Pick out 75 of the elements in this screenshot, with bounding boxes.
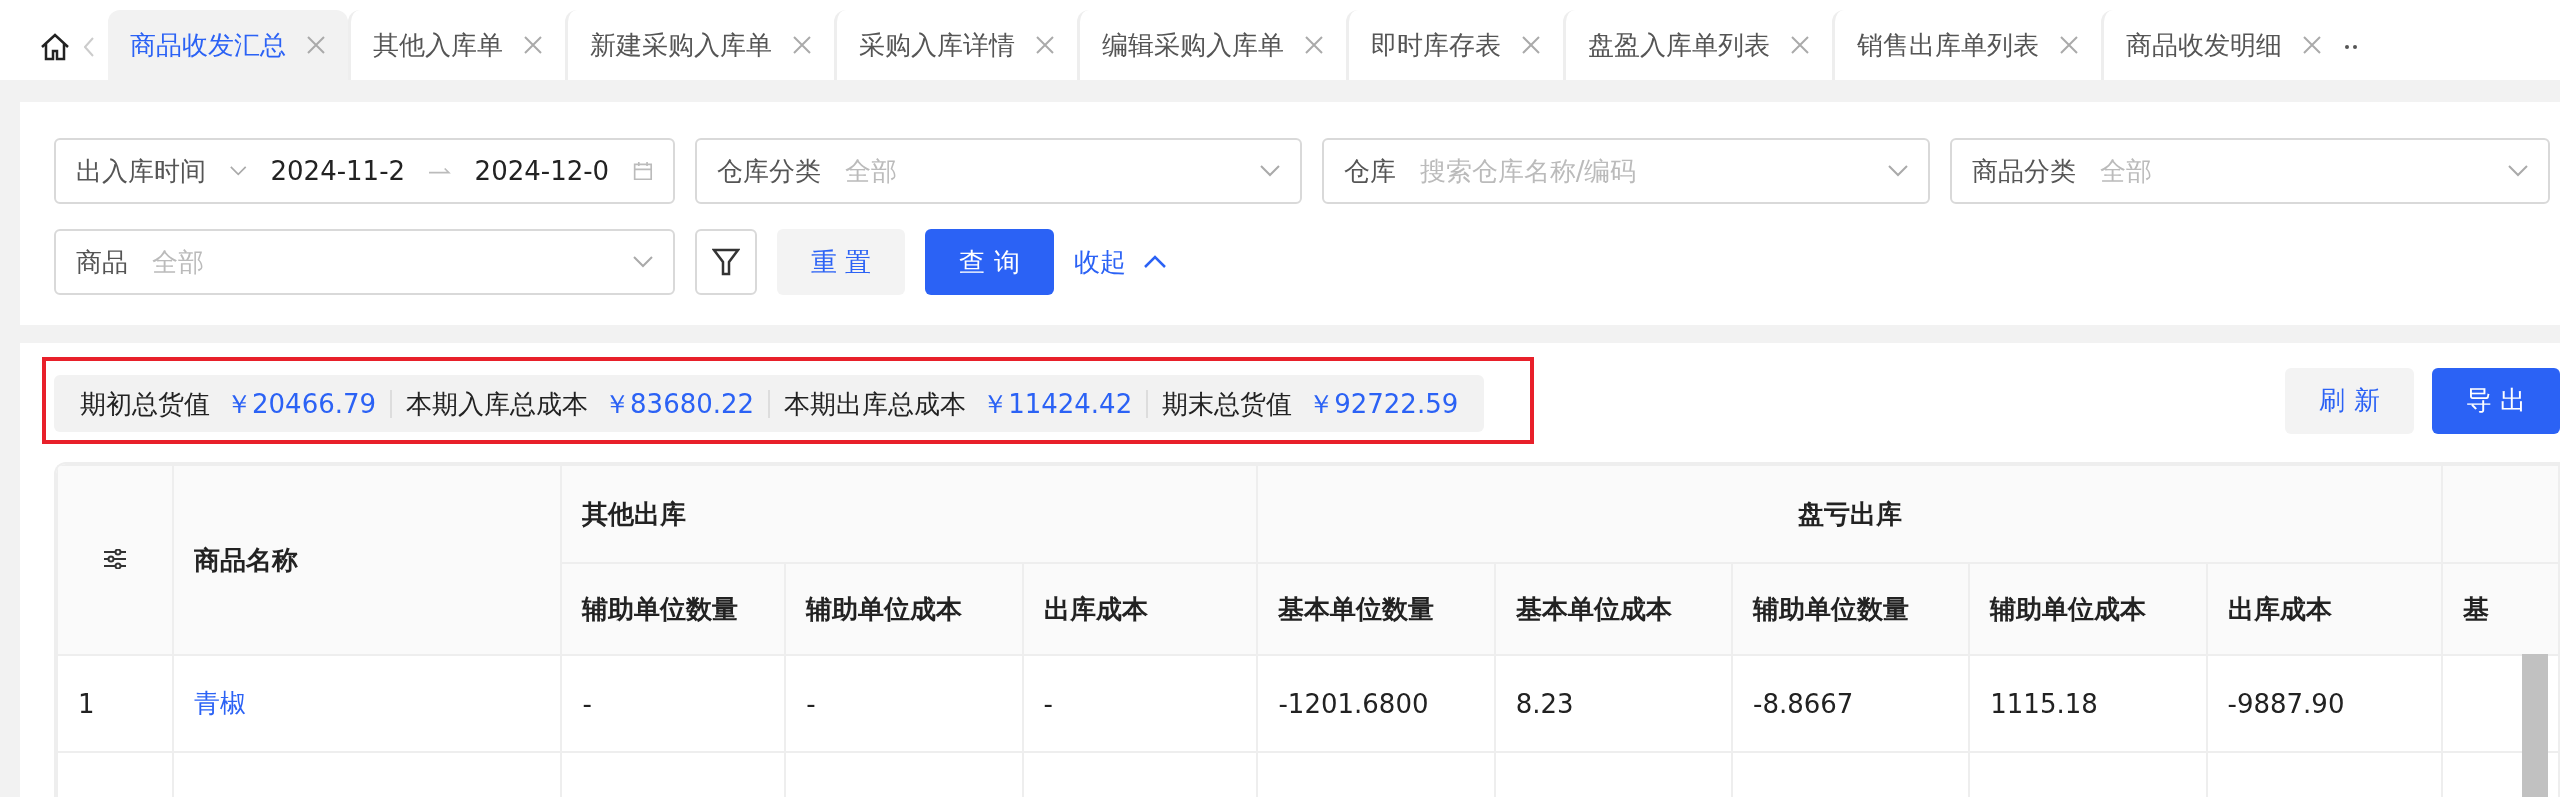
filter-button[interactable] (695, 229, 757, 295)
field-placeholder: 全部 (2100, 154, 2154, 188)
field-label: 商品分类 (1972, 154, 2077, 188)
table-cell: 8.23 (1494, 655, 1732, 752)
chevron-down-icon (2508, 165, 2528, 177)
summary-value: ￥20466.79 (226, 389, 377, 418)
close-icon[interactable] (792, 35, 812, 55)
chevron-up-icon (1143, 255, 1166, 269)
summary-label: 期末总货值 (1162, 389, 1293, 418)
summary-label: 本期出库总成本 (784, 389, 967, 418)
chevron-down-icon (1259, 165, 1280, 177)
close-icon[interactable] (1035, 35, 1055, 55)
column-group-header: 盘亏出库 (1257, 465, 2443, 563)
table-cell: -8.8667 (1732, 655, 1970, 752)
chevron-down-icon (230, 165, 247, 177)
column-header: 出库成本 (1022, 563, 1258, 655)
close-icon[interactable] (2302, 35, 2322, 55)
table-cell: -1201.6800 (1257, 655, 1495, 752)
field-placeholder: 搜索仓库名称/编码 (1419, 154, 1638, 188)
column-group-header: 其他出库 (561, 465, 1258, 563)
table-cell: 1115.18 (1969, 655, 2207, 752)
select-field[interactable]: 仓库 搜索仓库名称/编码 (1321, 138, 1931, 204)
filter-icon (712, 247, 740, 277)
export-button[interactable]: 导 出 (2431, 367, 2560, 434)
end-date: 2024-12-0 (474, 156, 610, 186)
chevron-left-icon[interactable] (84, 37, 94, 57)
table-cell: -9887.90 (2206, 655, 2443, 752)
tab[interactable]: 商品收发汇总 (108, 10, 348, 80)
date-range-field[interactable]: 出入库时间 2024-11-2 2024-12-0 (54, 138, 675, 204)
select-field[interactable]: 仓库分类 全部 (695, 138, 1302, 204)
field-placeholder: 全部 (152, 245, 205, 279)
product-link[interactable]: 青椒 (173, 655, 562, 752)
field-placeholder: 全部 (845, 154, 898, 188)
start-date: 2024-11-2 (270, 156, 406, 186)
refresh-button[interactable]: 刷 新 (2285, 367, 2414, 434)
table-cell: - (785, 655, 1023, 752)
home-icon[interactable] (40, 33, 70, 61)
collapse-link[interactable]: 收起 (1073, 244, 1166, 280)
column-header: 商品名称 (173, 465, 562, 655)
close-icon[interactable] (523, 35, 543, 55)
field-label: 商品 (76, 245, 128, 279)
summary-label: 期初总货值 (80, 389, 210, 418)
field-label: 仓库 (1343, 154, 1396, 188)
close-icon[interactable] (2059, 35, 2079, 55)
close-icon[interactable] (306, 35, 326, 55)
close-icon[interactable] (1790, 35, 1810, 55)
column-header: 辅助单位数量 (1732, 563, 1970, 655)
chevron-down-icon (1888, 165, 1909, 177)
settings-sliders-icon[interactable] (103, 549, 128, 569)
more-icon[interactable] (2344, 44, 2358, 50)
column-header: 辅助单位成本 (785, 563, 1023, 655)
summary-value: ￥83680.22 (604, 389, 755, 418)
table-cell: - (1022, 655, 1258, 752)
column-header: 基 (2442, 563, 2559, 655)
scrollbar-thumb[interactable] (2522, 654, 2548, 797)
field-label: 出入库时间 (76, 154, 206, 188)
field-label: 仓库分类 (717, 154, 821, 188)
chevron-down-icon (633, 256, 653, 268)
select-field[interactable]: 商品分类 全部 (1950, 138, 2550, 204)
column-header: 出库成本 (2206, 563, 2443, 655)
row-number: 1 (57, 655, 174, 752)
select-field[interactable]: 商品 全部 (54, 229, 675, 295)
close-icon[interactable] (1304, 35, 1324, 55)
reset-button[interactable]: 重 置 (777, 229, 906, 295)
summary-value: ￥92722.59 (1308, 389, 1459, 418)
calendar-icon (633, 159, 653, 183)
table-cell: - (561, 655, 786, 752)
close-icon[interactable] (1521, 35, 1541, 55)
summary-value: ￥11424.42 (982, 389, 1133, 418)
summary-label: 本期入库总成本 (406, 389, 589, 418)
column-header: 基本单位成本 (1494, 563, 1732, 655)
query-button[interactable]: 查 询 (925, 229, 1054, 295)
column-header: 基本单位数量 (1257, 563, 1495, 655)
column-header: 辅助单位数量 (561, 563, 786, 655)
column-header: 辅助单位成本 (1969, 563, 2207, 655)
